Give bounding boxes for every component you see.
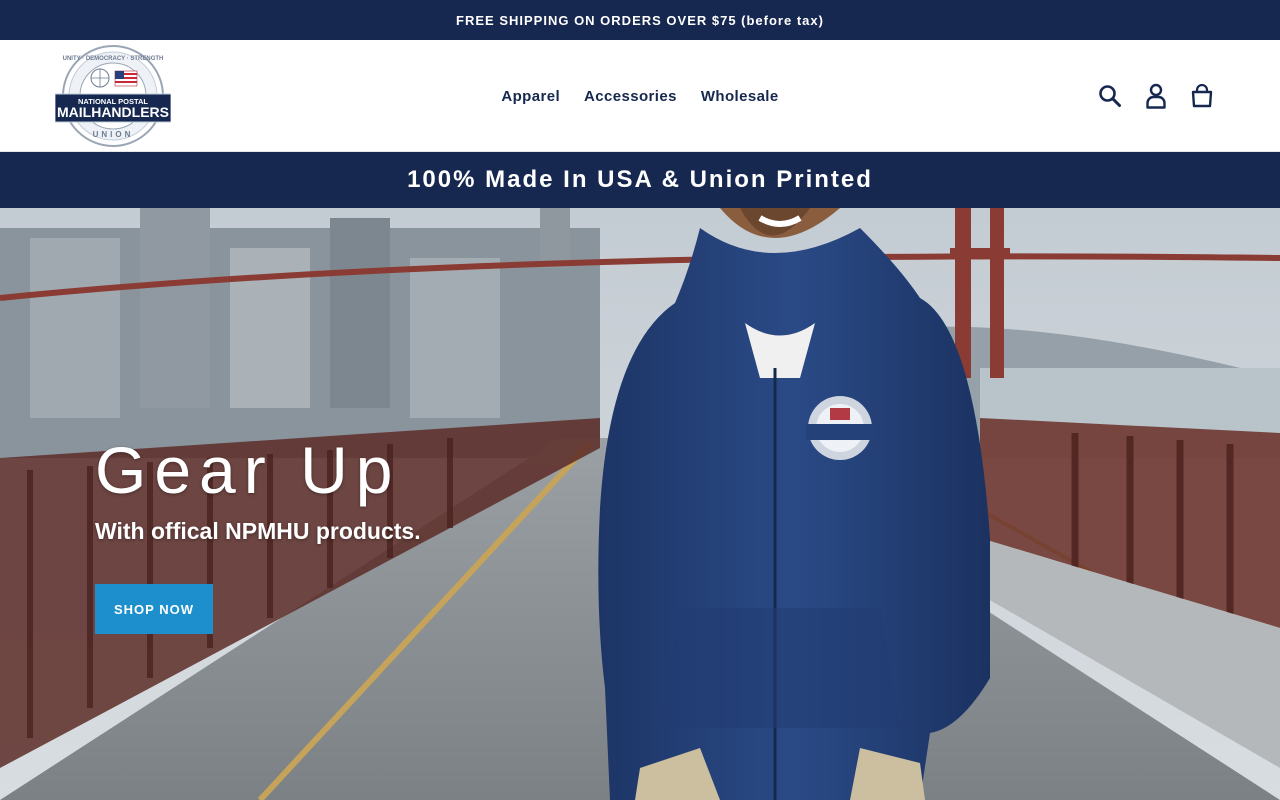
logo-top-text: UNITY · DEMOCRACY · STRENGTH xyxy=(63,56,164,62)
logo-band-line2: MAILHANDLERS xyxy=(57,104,169,120)
account-icon[interactable] xyxy=(1140,80,1172,112)
npmhu-logo[interactable]: NATIONAL POSTAL MAILHANDLERS UNION UNITY… xyxy=(55,44,171,148)
announcement-bar: FREE SHIPPING ON ORDERS OVER $75 (before… xyxy=(0,0,1280,40)
tagline-bar: 100% Made In USA & Union Printed xyxy=(0,152,1280,208)
hero-subtitle: With offical NPMHU products. xyxy=(95,518,421,544)
tagline-text: 100% Made In USA & Union Printed xyxy=(407,166,873,193)
main-nav: Apparel Accessories Wholesale xyxy=(0,40,1280,152)
nav-link-accessories[interactable]: Accessories xyxy=(572,80,689,113)
search-icon[interactable] xyxy=(1094,80,1126,112)
header-icons xyxy=(1094,76,1218,116)
nav-link-wholesale[interactable]: Wholesale xyxy=(689,80,791,113)
shop-now-button[interactable]: SHOP NOW xyxy=(95,584,213,634)
hero-banner: Gear Up With offical NPMHU products. SHO… xyxy=(0,208,1280,800)
cart-icon[interactable] xyxy=(1186,80,1218,112)
hero-content: Gear Up With offical NPMHU products. xyxy=(95,430,421,545)
announcement-text: FREE SHIPPING ON ORDERS OVER $75 (before… xyxy=(456,12,824,28)
logo-bottom-text: UNION xyxy=(93,130,134,139)
hero-title: Gear Up xyxy=(95,433,401,507)
site-header: NATIONAL POSTAL MAILHANDLERS UNION UNITY… xyxy=(0,40,1280,152)
nav-link-apparel[interactable]: Apparel xyxy=(489,80,572,113)
